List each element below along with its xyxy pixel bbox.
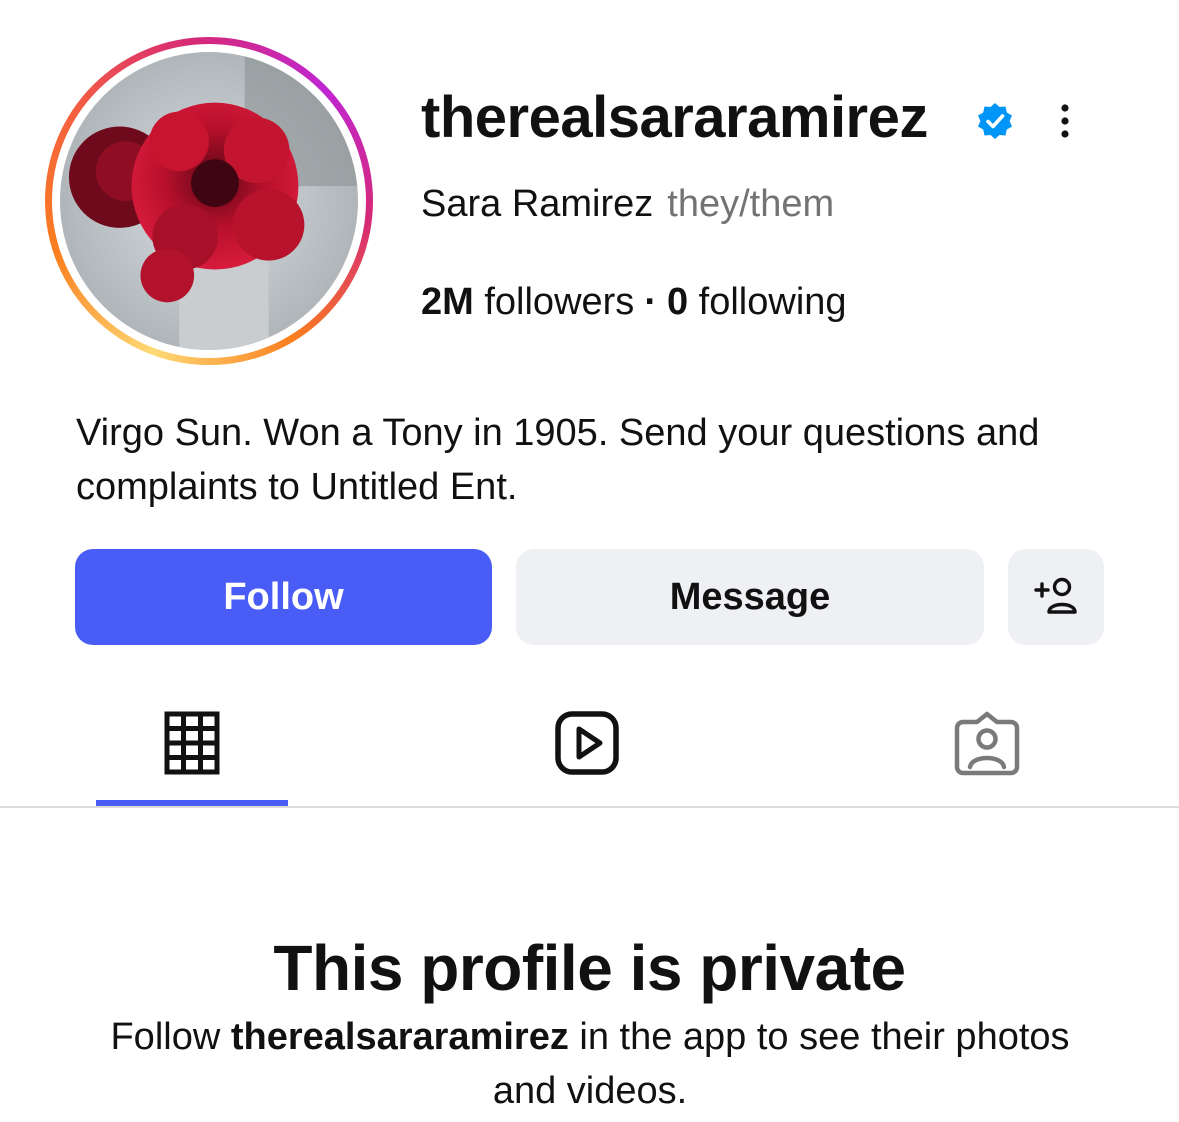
- verified-badge-icon: [978, 103, 1012, 139]
- private-profile-title: This profile is private: [273, 932, 906, 1004]
- tab-reels[interactable]: [527, 700, 647, 785]
- private-desc-prefix: Follow: [110, 1016, 231, 1058]
- stats-separator: ·: [644, 281, 657, 323]
- stats-row: 2M followers · 0 following: [421, 278, 847, 326]
- message-button-label: Message: [669, 575, 831, 618]
- tabs-divider: [0, 806, 1179, 808]
- message-button[interactable]: Message: [516, 549, 984, 645]
- more-options-icon: [1061, 104, 1069, 138]
- reels-icon: [555, 710, 619, 775]
- follow-button-label: Follow: [223, 575, 344, 618]
- grid-icon: [164, 711, 220, 774]
- add-user-icon: [1034, 577, 1077, 614]
- private-desc-suffix: in the app to see their photos and video…: [492, 1016, 1070, 1112]
- following-count: 0: [666, 281, 689, 323]
- private-profile-description: Follow therealsararamirez in the app to …: [90, 1010, 1090, 1118]
- profile-bio: Virgo Sun. Won a Tony in 1905. Send your…: [76, 412, 1040, 508]
- private-desc-username: therealsararamirez: [230, 1016, 569, 1058]
- name-row: Sara Ramirez they/them: [421, 180, 834, 228]
- more-options-button[interactable]: [1043, 96, 1087, 146]
- avatar-ring[interactable]: [45, 37, 373, 365]
- profile-username: therealsararamirez: [421, 85, 928, 150]
- avatar-gap: [52, 44, 366, 358]
- followers-count: 2M: [421, 281, 474, 323]
- tab-posts[interactable]: [132, 700, 252, 785]
- following-link[interactable]: 0 following: [667, 281, 847, 323]
- following-label: following: [698, 281, 847, 323]
- pronouns: they/them: [667, 183, 835, 225]
- followers-link[interactable]: 2M followers: [421, 281, 634, 323]
- full-name: Sara Ramirez: [421, 183, 654, 225]
- followers-label: followers: [484, 281, 635, 323]
- tab-tagged[interactable]: [927, 700, 1047, 785]
- follow-button[interactable]: Follow: [75, 549, 492, 645]
- add-user-button[interactable]: [1008, 549, 1104, 645]
- tagged-icon: [954, 711, 1020, 775]
- avatar: [60, 52, 358, 350]
